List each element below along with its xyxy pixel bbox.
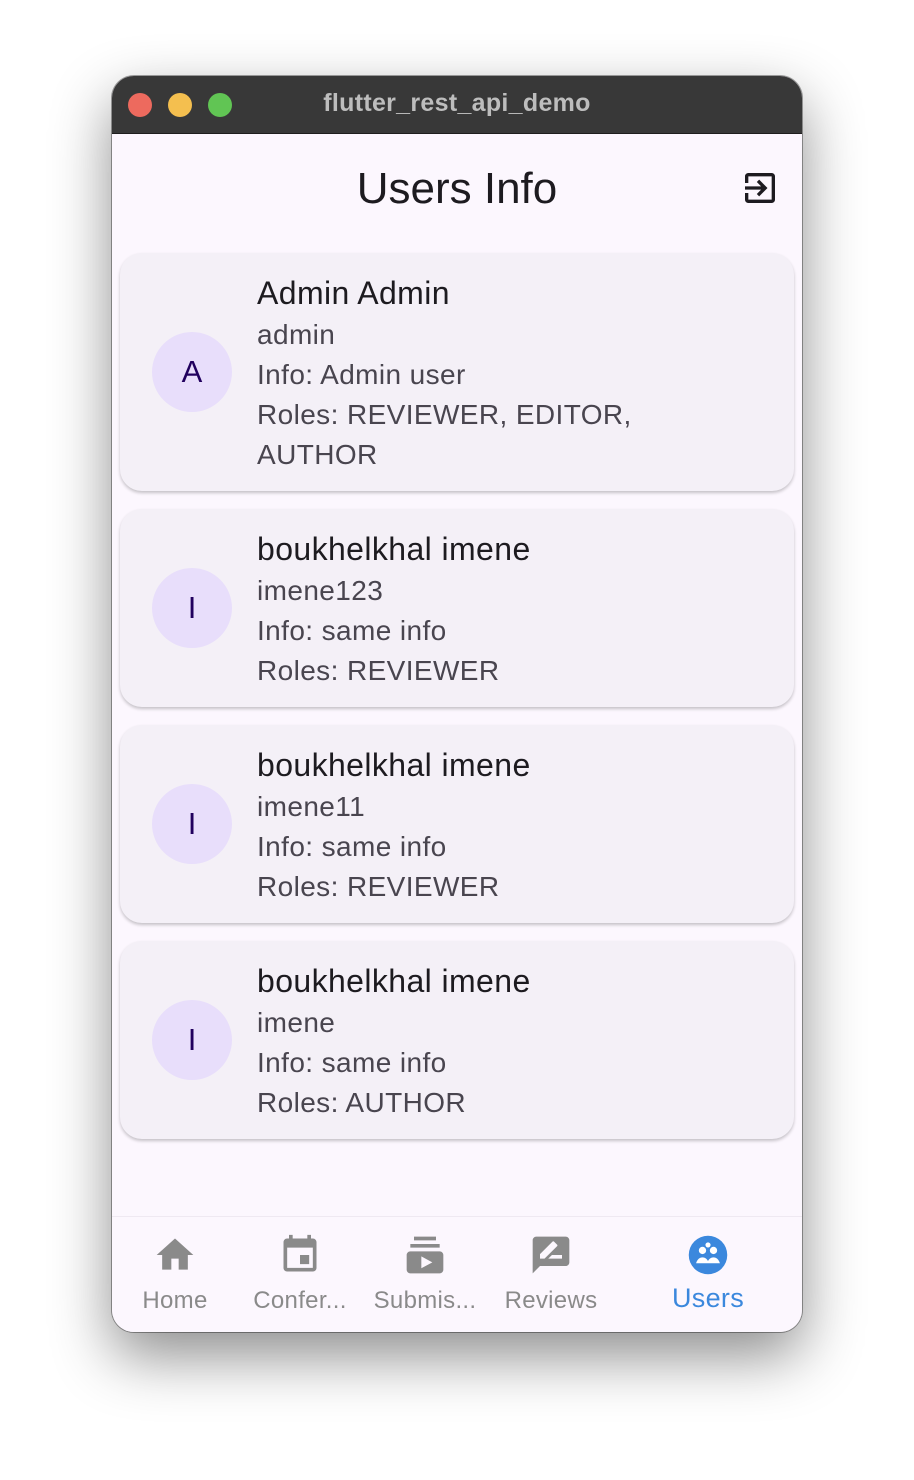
user-card[interactable]: I boukhelkhal imene imene11 Info: same i…	[120, 725, 794, 923]
nav-item-reviews[interactable]: Reviews	[494, 1217, 608, 1332]
user-card[interactable]: I boukhelkhal imene imene123 Info: same …	[120, 509, 794, 707]
home-icon	[156, 1238, 194, 1270]
user-roles: Roles: REVIEWER	[257, 871, 500, 902]
nav-label-conferences: Confer...	[253, 1287, 347, 1314]
users-group-icon	[688, 1235, 728, 1275]
user-name: boukhelkhal imene	[257, 747, 531, 783]
user-details: boukhelkhal imene imene11 Info: same inf…	[257, 743, 737, 907]
avatar: A	[152, 332, 232, 412]
nav-label-users: Users	[671, 1283, 744, 1313]
logout-icon	[745, 173, 775, 203]
nav-item-users[interactable]: Users	[648, 1217, 768, 1332]
user-details: boukhelkhal imene imene Info: same info …	[257, 959, 737, 1123]
user-username: imene	[257, 1007, 336, 1038]
user-name: Admin Admin	[257, 275, 450, 311]
app-window: flutter_rest_api_demo Users Info A Admin…	[112, 76, 802, 1332]
user-card[interactable]: I boukhelkhal imene imene Info: same inf…	[120, 941, 794, 1139]
user-username: imene123	[257, 575, 384, 606]
avatar: I	[152, 1000, 232, 1080]
nav-item-conferences[interactable]: Confer...	[240, 1217, 360, 1332]
user-info: Info: same info	[257, 615, 447, 646]
user-info: Info: Admin user	[257, 359, 466, 390]
rate-review-icon	[532, 1236, 570, 1274]
user-card[interactable]: A Admin Admin admin Info: Admin user Rol…	[120, 253, 794, 491]
bottom-navigation-bar: Home Confer... Submis... Reviews Users	[112, 1216, 802, 1332]
user-roles-continued: AUTHOR	[257, 439, 378, 470]
user-info: Info: same info	[257, 831, 447, 862]
user-roles: Roles: REVIEWER, EDITOR,	[257, 399, 632, 430]
window-titlebar: flutter_rest_api_demo	[112, 76, 802, 134]
nav-label-home: Home	[142, 1287, 208, 1314]
user-details: boukhelkhal imene imene123 Info: same in…	[257, 527, 737, 691]
user-name: boukhelkhal imene	[257, 531, 531, 567]
user-roles: Roles: REVIEWER	[257, 655, 500, 686]
avatar: I	[152, 568, 232, 648]
user-roles: Roles: AUTHOR	[257, 1087, 467, 1118]
user-name: boukhelkhal imene	[257, 963, 531, 999]
user-info: Info: same info	[257, 1047, 447, 1078]
calendar-icon	[283, 1234, 317, 1272]
subscriptions-icon	[406, 1236, 444, 1274]
app-bar: Users Info	[112, 134, 802, 244]
window-title: flutter_rest_api_demo	[323, 89, 591, 117]
user-username: admin	[257, 319, 336, 350]
user-details: Admin Admin admin Info: Admin user Roles…	[257, 271, 737, 475]
page-title: Users Info	[356, 164, 558, 213]
nav-item-home[interactable]: Home	[120, 1217, 230, 1332]
nav-label-reviews: Reviews	[504, 1287, 598, 1314]
user-username: imene11	[257, 791, 366, 822]
avatar: I	[152, 784, 232, 864]
logout-button[interactable]	[732, 160, 788, 216]
nav-label-submissions: Submis...	[373, 1287, 477, 1314]
nav-item-submissions[interactable]: Submis...	[364, 1217, 486, 1332]
